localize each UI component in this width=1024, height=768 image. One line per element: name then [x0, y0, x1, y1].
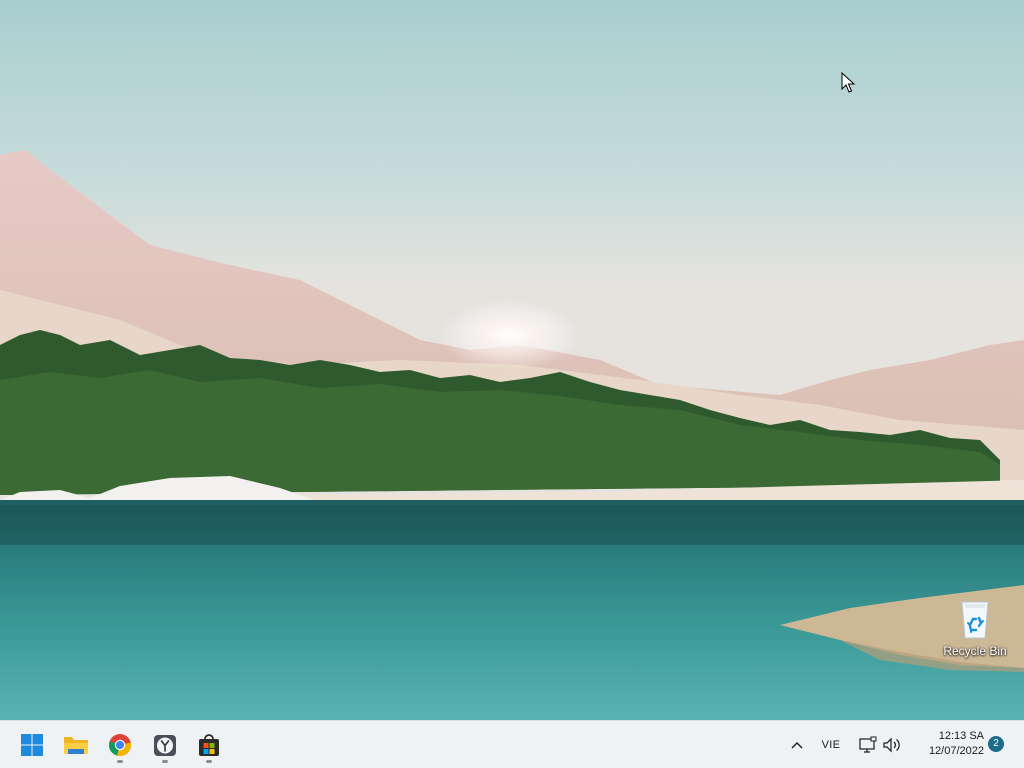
running-indicator — [206, 760, 212, 763]
recycle-bin-label: Recycle Bin — [943, 644, 1007, 658]
taskbar-chrome[interactable] — [100, 725, 140, 765]
desktop: Recycle Bin — [0, 0, 1024, 720]
language-indicator[interactable]: VIE — [815, 733, 847, 757]
running-indicator — [162, 760, 168, 763]
taskbar: VIE 12:13 SA 12/07/2022 2 — [0, 720, 1024, 768]
chevron-up-icon — [791, 742, 803, 749]
taskbar-file-explorer[interactable] — [56, 725, 96, 765]
store-icon — [199, 734, 219, 756]
clock-icon — [154, 735, 176, 756]
folder-icon — [64, 737, 88, 754]
desktop-icon-recycle-bin[interactable]: Recycle Bin — [940, 592, 1010, 666]
clock-time: 12:13 SA — [938, 730, 984, 742]
volume-icon — [883, 737, 900, 753]
mouse-cursor-icon — [841, 72, 856, 93]
windows-logo-icon — [21, 734, 43, 756]
wallpaper-image — [0, 0, 1024, 720]
show-hidden-icons-button[interactable] — [786, 733, 808, 757]
notification-badge[interactable]: 2 — [988, 736, 1004, 752]
chrome-icon — [109, 734, 132, 757]
taskbar-microsoft-store[interactable] — [189, 725, 229, 765]
network-volume-button[interactable] — [856, 733, 904, 757]
taskbar-clock[interactable] — [145, 725, 185, 765]
clock-date: 12/07/2022 — [928, 745, 984, 757]
start-button[interactable] — [12, 725, 52, 765]
recycle-bin-icon — [961, 601, 989, 639]
taskbar-clock-date[interactable]: 12:13 SA 12/07/2022 — [906, 729, 984, 761]
running-indicator — [117, 760, 123, 763]
network-icon — [859, 736, 877, 753]
